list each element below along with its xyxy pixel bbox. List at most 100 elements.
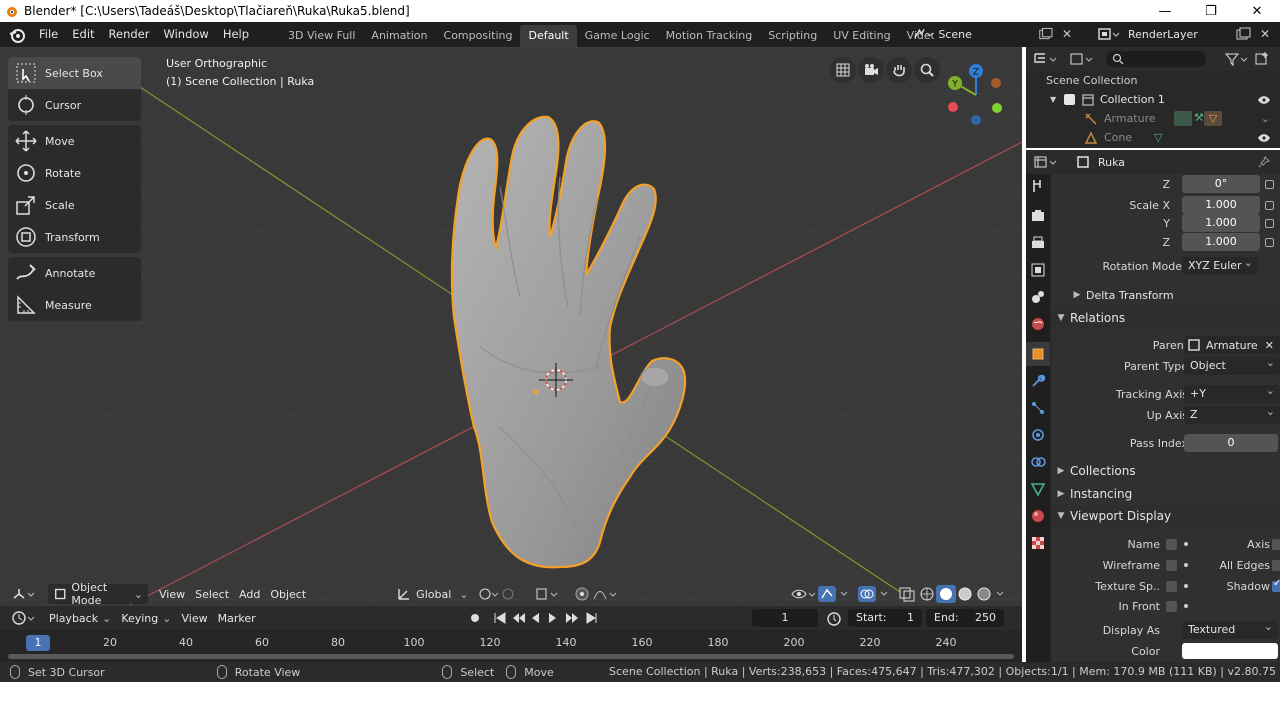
parent-type-select[interactable]: Object [1184, 354, 1280, 375]
tab-output[interactable] [1026, 231, 1050, 255]
vp-menu-select[interactable]: Select [190, 584, 234, 604]
tool-annotate[interactable]: Annotate [8, 257, 141, 289]
tab-render[interactable] [1026, 204, 1050, 228]
tab-motion-tracking[interactable]: Motion Tracking [658, 25, 761, 47]
tab-object-data[interactable] [1026, 477, 1050, 501]
tracking-axis-select[interactable]: +Y [1184, 382, 1280, 403]
tab-tool[interactable] [1026, 174, 1050, 198]
menu-window[interactable]: Window [156, 22, 215, 47]
timeline[interactable]: 1 20 40 60 80 100 120 140 160 180 200 22… [0, 630, 1022, 662]
shadow-checkbox[interactable] [1272, 578, 1280, 592]
keyframe-dot-icon[interactable] [1184, 584, 1188, 588]
vp-menu-view[interactable]: View [154, 584, 190, 604]
menu-file[interactable]: File [32, 22, 65, 47]
viewport-overlays-group[interactable] [784, 584, 1022, 604]
toggle-camera-grid-icon[interactable] [830, 57, 856, 83]
pivot-dropdown[interactable] [473, 584, 529, 604]
tool-scale[interactable]: Scale [8, 189, 141, 221]
pass-index-field[interactable]: 0 [1184, 434, 1278, 452]
section-collections[interactable]: ▶ Collections [1052, 460, 1280, 482]
section-relations[interactable]: ▼ Relations [1052, 307, 1280, 329]
tool-move[interactable]: Move [8, 125, 141, 157]
in-front-checkbox[interactable] [1166, 600, 1177, 612]
texture-space-checkbox[interactable] [1166, 580, 1177, 592]
gizmo-neg-z[interactable] [971, 115, 981, 125]
timeline-scrollbar[interactable] [8, 654, 1014, 659]
gizmo-neg-x[interactable] [991, 78, 1001, 88]
tl-menu-view[interactable]: View [176, 608, 212, 628]
tool-rotate[interactable]: Rotate [8, 157, 141, 189]
editor-type-button[interactable] [6, 584, 44, 604]
object-color-swatch[interactable] [1182, 643, 1278, 659]
tab-game-logic[interactable]: Game Logic [577, 25, 658, 47]
outliner-item-armature[interactable]: Armature ⚒ ▽ ⌄ [1026, 109, 1280, 128]
eye-icon[interactable] [1258, 95, 1270, 104]
render-layer-name[interactable]: RenderLayer [1124, 27, 1234, 41]
show-axis-checkbox[interactable] [1272, 538, 1280, 550]
up-axis-select[interactable]: Z [1184, 403, 1280, 424]
tool-measure[interactable]: Measure [8, 289, 141, 321]
playback-buttons-icon[interactable] [491, 610, 601, 626]
tab-physics[interactable] [1026, 423, 1050, 447]
new-collection-icon[interactable] [1254, 51, 1270, 67]
gizmo-neg-y[interactable] [992, 103, 1002, 113]
tool-select-box[interactable]: Select Box [8, 57, 141, 89]
vp-menu-add[interactable]: Add [234, 584, 265, 604]
tool-cursor[interactable]: Cursor [8, 89, 141, 121]
outliner-search-input[interactable] [1106, 51, 1206, 67]
end-frame-field[interactable]: End: 250 [926, 609, 1004, 627]
tl-menu-keying[interactable]: Keying ⌄ [116, 608, 176, 628]
record-icon[interactable] [470, 614, 479, 622]
tab-constraints[interactable] [1026, 450, 1050, 474]
tab-scene[interactable] [1026, 285, 1050, 309]
scale-x-field[interactable]: 1.000 [1182, 196, 1260, 214]
display-as-select[interactable]: Textured [1182, 618, 1278, 639]
maximize-button[interactable]: ❐ [1188, 0, 1234, 22]
outliner-item-cone[interactable]: Cone ▽ [1026, 128, 1280, 147]
tab-modifiers[interactable] [1026, 369, 1050, 393]
lock-icon[interactable] [1265, 218, 1274, 228]
scale-y-field[interactable]: 1.000 [1182, 214, 1260, 232]
tab-3d-view-full[interactable]: 3D View Full [280, 25, 363, 47]
tab-compositing[interactable]: Compositing [436, 25, 521, 47]
tl-menu-playback[interactable]: Playback ⌄ [44, 608, 116, 628]
overlays-icon[interactable] [857, 585, 897, 603]
rotation-mode-select[interactable]: XYZ Euler [1182, 254, 1258, 275]
tab-material[interactable] [1026, 504, 1050, 528]
mode-dropdown[interactable]: Object Mode ⌄ [48, 581, 148, 607]
keyframe-dot-icon[interactable] [1184, 604, 1188, 608]
start-frame-field[interactable]: Start: 1 [848, 609, 922, 627]
all-edges-checkbox[interactable] [1272, 559, 1280, 571]
minimize-button[interactable]: — [1142, 0, 1188, 22]
copy-layer-icon[interactable] [1234, 26, 1252, 42]
render-layer-selector[interactable]: RenderLayer ✕ [1096, 24, 1280, 44]
timeline-ruler[interactable]: 1 20 40 60 80 100 120 140 160 180 200 22… [0, 632, 1022, 652]
copy-scene-icon[interactable] [1037, 26, 1054, 42]
tab-uv-editing[interactable]: UV Editing [825, 25, 898, 47]
current-frame-marker[interactable]: 1 [26, 635, 50, 651]
menu-help[interactable]: Help [216, 22, 256, 47]
tab-scripting[interactable]: Scripting [760, 25, 825, 47]
keyframe-dot-icon[interactable] [1184, 542, 1188, 546]
snap-dropdown[interactable] [529, 584, 569, 604]
shading-modes-icon[interactable] [917, 585, 1017, 603]
filter-icon[interactable] [1224, 51, 1252, 67]
show-gizmo-icon[interactable] [789, 586, 817, 602]
tab-view-layer[interactable] [1026, 258, 1050, 282]
menu-edit[interactable]: Edit [65, 22, 101, 47]
zoom-icon[interactable] [914, 57, 940, 83]
tool-transform[interactable]: Transform [8, 221, 141, 253]
scene-name[interactable]: Scene [934, 27, 1038, 41]
tab-world[interactable] [1026, 312, 1050, 336]
blender-menu-icon[interactable] [8, 26, 26, 44]
tab-object[interactable] [1026, 342, 1050, 366]
close-window-button[interactable]: ✕ [1234, 0, 1280, 22]
tab-animation[interactable]: Animation [363, 25, 435, 47]
tab-particles[interactable] [1026, 396, 1050, 420]
tab-texture[interactable] [1026, 531, 1050, 555]
show-name-checkbox[interactable] [1166, 538, 1177, 550]
expand-arrow-icon[interactable]: ▼ [1050, 95, 1064, 104]
section-instancing[interactable]: ▶ Instancing [1052, 483, 1280, 505]
timeline-editor-type-button[interactable] [6, 608, 44, 628]
lock-icon[interactable] [1265, 237, 1274, 247]
